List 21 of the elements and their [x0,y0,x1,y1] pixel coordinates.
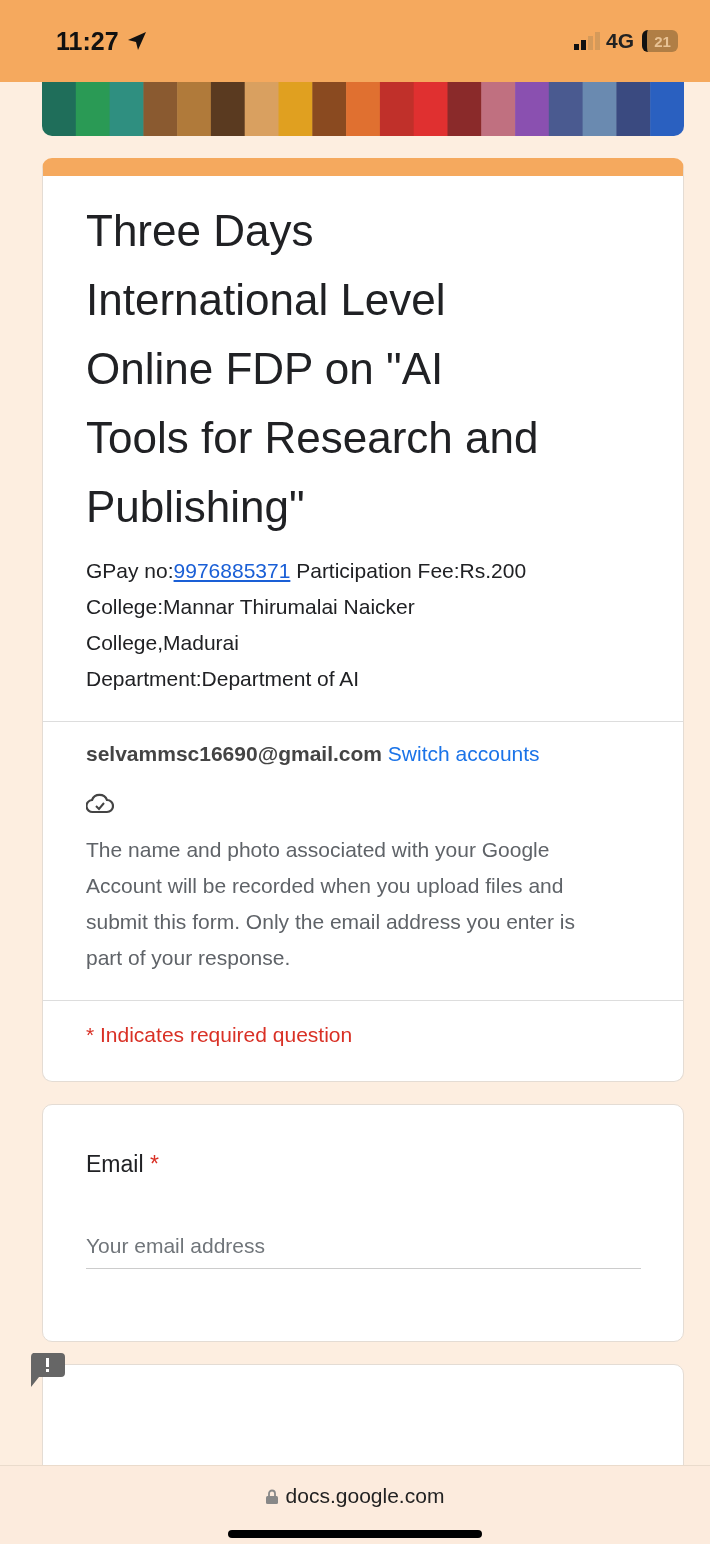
switch-accounts-link[interactable]: Switch accounts [387,742,540,765]
privacy-notice: The name and photo associated with your Google Account will be recorded when you upload files and submit this form. Only the email address you enter is part of your response. [86,837,577,971]
fee-text: GPay no:9976885371 Participation Fee:Rs.200 [86,558,528,584]
question-label: Email * [86,1151,160,1178]
email-input-field[interactable]: Your email address [86,1234,641,1269]
form-title: Three Days International Level Online FDP on "AI Tools for Research and Publishing" [86,205,540,533]
description-text: College:Mannar Thirumalai Naicker College,Madurai [86,594,416,656]
cloud-check-icon [86,792,114,814]
location-arrow-icon [126,31,147,51]
description-text: Department:Department of AI [86,666,361,692]
phone-link[interactable]: 9976885371 [173,559,291,582]
lock-icon [265,1488,278,1504]
required-asterisk: * [149,1151,159,1177]
url-text[interactable]: docs.google.com [285,1484,445,1508]
feedback-icon[interactable] [29,1353,65,1387]
required-note: * Indicates required question [86,1022,354,1048]
battery-icon: 21 [642,30,678,52]
account-email: selvammsc16690@gmail.com [86,742,382,765]
network-label: 4G [606,29,634,53]
clock-time: 11:27 [56,26,119,56]
signal-icon [574,32,600,50]
